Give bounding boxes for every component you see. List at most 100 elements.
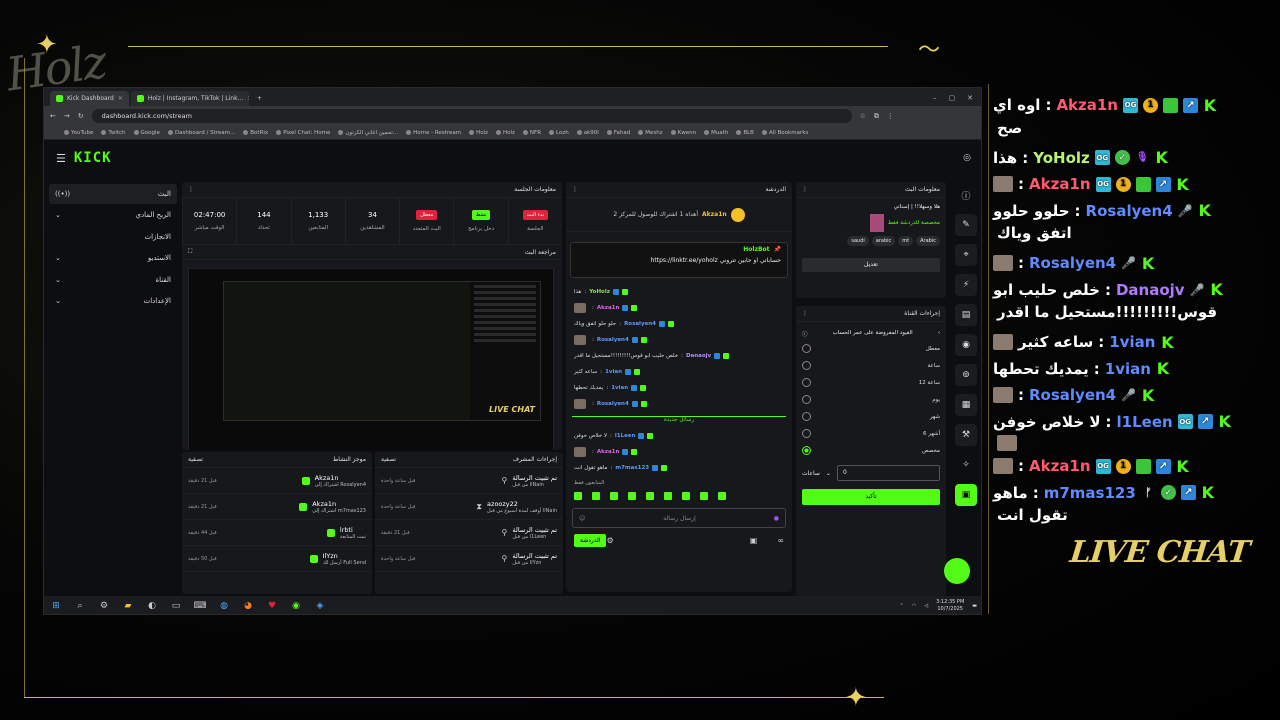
kick-logo[interactable]: KICK bbox=[74, 150, 112, 166]
menu-icon[interactable]: ⋮ bbox=[887, 112, 894, 120]
more-icon[interactable]: ⋮ bbox=[572, 186, 578, 193]
chat-message[interactable]: m7mas123: ماهو تقول انت bbox=[566, 460, 792, 476]
gear-icon[interactable]: ⚙ bbox=[606, 536, 613, 545]
emote-icon[interactable] bbox=[700, 492, 708, 500]
radio-button[interactable] bbox=[802, 361, 811, 370]
bookmark-item[interactable]: Kwenn bbox=[670, 130, 696, 136]
firefox-icon[interactable]: ◕ bbox=[242, 600, 254, 612]
close-icon[interactable]: ✕ bbox=[247, 95, 249, 102]
emote-icon[interactable] bbox=[592, 492, 600, 500]
url-input[interactable]: dashboard.kick.com/stream bbox=[91, 109, 852, 123]
confirm-button[interactable]: تأكيد bbox=[802, 489, 940, 505]
activity-row[interactable]: قبل 44 دقيقة lrbti تمت المتابعة bbox=[182, 520, 372, 546]
layout-icon[interactable]: ▦ bbox=[955, 394, 977, 416]
app-icon[interactable]: ▭ bbox=[170, 600, 182, 612]
bookmark-item[interactable]: NFR bbox=[522, 130, 541, 136]
activity-row[interactable]: قبل 50 دقيقة IlYzn أرسل لك Full Send bbox=[182, 546, 372, 572]
chat-bubble-icon[interactable]: ◉ bbox=[955, 334, 977, 356]
clock[interactable]: 3:12:35 PM 10/7/2025 bbox=[936, 599, 964, 613]
bookmark-item[interactable]: Dashboard / Stream... bbox=[167, 130, 235, 136]
bookmark-item[interactable]: BotRix bbox=[243, 130, 268, 136]
emote-icon[interactable] bbox=[628, 492, 636, 500]
sidebar-item-channel[interactable]: ⌄ القناة bbox=[49, 270, 177, 290]
mod-action-row[interactable]: قبل ساعة واحدة تم تثبيت الرسالة من قبل IlY… bbox=[375, 546, 563, 572]
chat-message[interactable]: Danaojv: خلص حليب ابو قوس!!!!!!!!!مستحيل … bbox=[566, 348, 792, 364]
info-icon[interactable]: ⓘ bbox=[955, 184, 977, 206]
star-bookmark-icon[interactable]: ☆ bbox=[860, 112, 866, 120]
chat-message[interactable]: Akza1n: bbox=[566, 300, 792, 316]
minimize-icon[interactable]: – bbox=[933, 94, 937, 102]
notification-icon[interactable]: ◎ bbox=[963, 153, 971, 163]
bookmark-item[interactable]: All Bookmarks bbox=[761, 130, 808, 136]
chat-message[interactable]: 1vian: ساعه كثير bbox=[566, 364, 792, 380]
chat-message[interactable]: l1Leen: لا خلاص خوفن bbox=[566, 428, 792, 444]
tab-kick-dashboard[interactable]: Kick Dashboard ✕ bbox=[50, 91, 129, 106]
volume-icon[interactable]: ◁ bbox=[924, 603, 928, 609]
mod-action-row[interactable]: قبل ساعة واحدة azoozy22 أوقف لمدة أسبوع من… bbox=[375, 494, 563, 520]
chat-message[interactable]: Akza1n: bbox=[566, 444, 792, 460]
filter-button[interactable]: تصفية bbox=[381, 456, 396, 463]
mic-icon[interactable]: ● bbox=[774, 515, 779, 522]
bookmark-item[interactable]: YouTube bbox=[64, 130, 93, 136]
mod-action-row[interactable]: قبل ساعة واحدة تم تثبيت الرسالة من قبل llN… bbox=[375, 468, 563, 494]
radio-button[interactable] bbox=[802, 412, 811, 421]
bookmark-item[interactable]: Twitch bbox=[101, 130, 126, 136]
radio-button[interactable] bbox=[802, 429, 811, 438]
chat-message[interactable]: 1vian: يمديك تحطها bbox=[566, 380, 792, 396]
search-icon[interactable]: ⌕ bbox=[74, 600, 86, 612]
maximize-icon[interactable]: ▢ bbox=[949, 94, 956, 102]
sidebar-item-studio[interactable]: ⌄ الاستديو bbox=[49, 248, 177, 268]
bookmark-item[interactable]: Holz bbox=[469, 130, 488, 136]
tag-chip[interactable]: arabic bbox=[871, 236, 896, 246]
bolt-icon[interactable]: ⚡ bbox=[955, 274, 977, 296]
notifications-icon[interactable]: ▬ bbox=[972, 603, 977, 609]
back-icon[interactable]: ← bbox=[50, 112, 56, 120]
link-icon[interactable]: ∞ bbox=[777, 536, 784, 545]
app-icon[interactable]: ◐ bbox=[146, 600, 158, 612]
bookmark-item[interactable]: تحمين اغاني الكرتون... bbox=[338, 130, 398, 136]
sidebar-item-achievements[interactable]: الانجازات bbox=[49, 227, 177, 247]
activity-row[interactable]: قبل 21 دقيقة Akza1n اشتراك إلى m7mas123 bbox=[182, 494, 372, 520]
radio-button[interactable] bbox=[802, 344, 811, 353]
account-age-option[interactable]: يوم bbox=[796, 391, 946, 408]
tab-linktree[interactable]: Holz | Instagram, TikTok | Link...✕ bbox=[130, 91, 249, 106]
chat-message[interactable]: Rosalyen4: bbox=[566, 332, 792, 348]
emote-icon[interactable] bbox=[718, 492, 726, 500]
emote-icon[interactable] bbox=[574, 492, 582, 500]
document-icon[interactable]: ▤ bbox=[955, 304, 977, 326]
chrome-icon[interactable]: ◍ bbox=[218, 600, 230, 612]
account-age-option[interactable]: 12 ساعة bbox=[796, 374, 946, 391]
bookmark-item[interactable]: BLB bbox=[736, 130, 754, 136]
radio-button[interactable] bbox=[802, 395, 811, 404]
sparkle-icon[interactable]: ✧ bbox=[955, 454, 977, 476]
emoji-icon[interactable]: ☺ bbox=[579, 515, 585, 522]
sidebar-item-stream[interactable]: ((•)) البث bbox=[49, 184, 177, 204]
chat-message[interactable]: Rosalyen4: bbox=[566, 396, 792, 412]
app-icon[interactable]: ♥ bbox=[266, 600, 278, 612]
app-icon[interactable]: ⌨ bbox=[194, 600, 207, 612]
chevron-down-icon[interactable]: ⌄ bbox=[826, 470, 831, 477]
activity-row[interactable]: قبل 21 دقيقة Akza1n اشتراك إلى Rosalyen4 bbox=[182, 468, 372, 494]
emote-icon[interactable] bbox=[682, 492, 690, 500]
close-icon[interactable]: ✕ bbox=[967, 94, 973, 102]
emote-icon[interactable] bbox=[610, 492, 618, 500]
fullscreen-icon[interactable]: ⛶ bbox=[188, 248, 192, 256]
account-age-option[interactable]: مخصص bbox=[796, 442, 946, 459]
sidebar-item-settings[interactable]: ⌄ الإعدادات bbox=[49, 291, 177, 311]
filter-button[interactable]: تصفية bbox=[188, 456, 203, 463]
pencil-icon[interactable]: ✎ bbox=[955, 214, 977, 236]
account-age-option[interactable]: ساعة bbox=[796, 357, 946, 374]
forward-icon[interactable]: → bbox=[64, 112, 70, 120]
radio-button[interactable] bbox=[802, 446, 811, 455]
bookmark-item[interactable]: Lozh bbox=[549, 130, 569, 136]
bookmark-item[interactable]: ak90l bbox=[576, 130, 599, 136]
wifi-icon[interactable]: ◠ bbox=[912, 603, 916, 609]
account-age-option[interactable]: 6 أشهر bbox=[796, 425, 946, 442]
bookmark-item[interactable]: Fahad bbox=[606, 130, 630, 136]
bookmark-item[interactable]: Google bbox=[133, 130, 160, 136]
chrome-active-icon[interactable]: ◉ bbox=[290, 600, 302, 612]
hamburger-menu-icon[interactable]: ☰ bbox=[56, 152, 66, 165]
back-icon[interactable]: ‹ bbox=[938, 330, 940, 338]
folder-icon[interactable]: ▰ bbox=[122, 600, 134, 612]
settings-icon[interactable]: ⚙ bbox=[98, 600, 110, 612]
